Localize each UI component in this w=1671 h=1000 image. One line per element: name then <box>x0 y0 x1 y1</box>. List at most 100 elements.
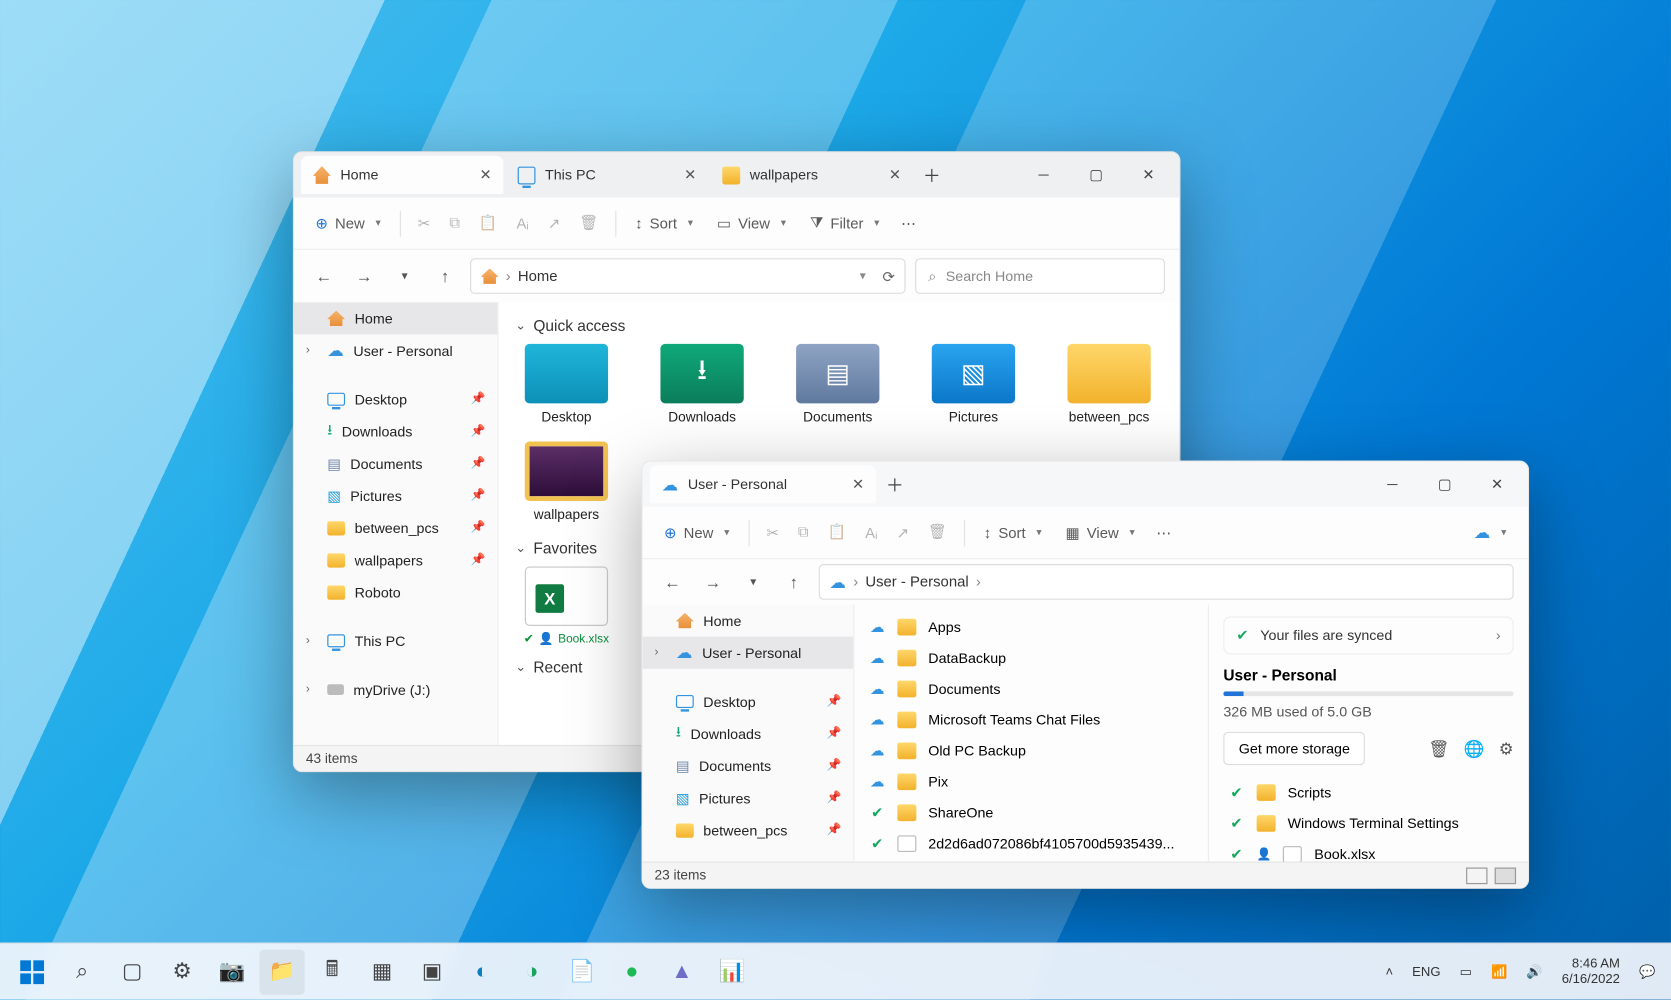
copy-button[interactable]: ⧉ <box>442 207 467 239</box>
file-row[interactable]: ☁DataBackup <box>864 643 1198 674</box>
sidebar-item-documents[interactable]: ▤Documents📌 <box>643 750 854 782</box>
rename-button[interactable]: Aᵢ <box>858 517 885 548</box>
maximize-button[interactable]: ▢ <box>1418 463 1470 506</box>
qa-item-desktop[interactable]: Desktop <box>515 344 617 425</box>
wifi-icon[interactable]: 📶 <box>1491 964 1507 979</box>
chevron-right-icon[interactable]: › <box>655 646 659 659</box>
add-tab-button[interactable]: ＋ <box>878 468 911 501</box>
add-tab-button[interactable]: ＋ <box>915 158 948 191</box>
recycle-bin-icon[interactable]: 🗑 <box>1428 738 1449 758</box>
file-row[interactable]: ☁Old PC Backup <box>864 735 1198 766</box>
terminal-app-icon[interactable]: ▣ <box>409 949 454 994</box>
fav-item-book[interactable]: ✔👤Book.xlsx <box>515 566 617 646</box>
start-button[interactable] <box>10 949 55 994</box>
sidebar-item-this-pc[interactable]: ›This PC <box>294 625 497 657</box>
sidebar-item-desktop[interactable]: Desktop📌 <box>294 383 497 415</box>
sidebar-item-between-pcs[interactable]: between_pcs📌 <box>643 814 854 846</box>
cast-icon[interactable]: ▭ <box>1460 964 1472 979</box>
file-row[interactable]: ✔Windows Terminal Settings <box>1223 808 1513 839</box>
sort-button[interactable]: ↕ Sort▾ <box>974 519 1051 545</box>
app-icon[interactable]: 📊 <box>709 949 754 994</box>
settings-icon[interactable]: ⚙ <box>1499 738 1514 758</box>
tab-close-icon[interactable]: ✕ <box>889 167 901 184</box>
search-button[interactable]: ⌕ <box>60 949 105 994</box>
refresh-button[interactable]: ⟳ <box>882 267 894 285</box>
address-bar[interactable]: › Home ▾ ⟳ <box>470 258 906 294</box>
share-button[interactable]: ↗ <box>889 516 916 548</box>
clock[interactable]: 8:46 AM 6/16/2022 <box>1562 957 1620 987</box>
forward-button[interactable]: → <box>697 566 728 597</box>
new-button[interactable]: ⊕New▾ <box>306 209 391 236</box>
qa-item-downloads[interactable]: ⭳Downloads <box>651 344 753 425</box>
task-view-button[interactable]: ▢ <box>109 949 154 994</box>
sidebar-item-pictures[interactable]: ▧Pictures📌 <box>643 782 854 814</box>
breadcrumb-item[interactable]: User - Personal <box>865 574 968 591</box>
up-button[interactable]: ↑ <box>430 261 461 292</box>
view-button[interactable]: ▭ View▾ <box>707 209 795 236</box>
widgets-icon[interactable]: ▦ <box>359 949 404 994</box>
tab-home[interactable]: Home ✕ <box>301 156 503 194</box>
cut-button[interactable]: ✂ <box>759 516 786 548</box>
more-button[interactable]: ⋯ <box>894 207 923 239</box>
sidebar-item-wallpapers[interactable]: wallpapers📌 <box>294 544 497 576</box>
sync-status-row[interactable]: ✔ Your files are synced › <box>1223 616 1513 654</box>
chevron-right-icon[interactable]: › <box>306 344 310 357</box>
maximize-button[interactable]: ▢ <box>1070 154 1122 197</box>
qa-item-between-pcs[interactable]: between_pcs <box>1058 344 1160 425</box>
onedrive-status-button[interactable]: ☁▾ <box>1464 518 1516 548</box>
spotify-app-icon[interactable]: ● <box>609 949 654 994</box>
paste-button[interactable]: 📋 <box>472 207 505 239</box>
sidebar-item-documents[interactable]: ▤Documents📌 <box>294 447 497 479</box>
tray-overflow-button[interactable]: ˄ <box>1385 964 1393 978</box>
forward-button[interactable]: → <box>349 261 380 292</box>
tab-wallpapers[interactable]: wallpapers ✕ <box>710 156 912 194</box>
language-indicator[interactable]: ENG <box>1412 964 1440 978</box>
file-row[interactable]: ☁Pix <box>864 766 1198 797</box>
address-bar[interactable]: ☁› User - Personal› <box>819 564 1514 600</box>
up-button[interactable]: ↑ <box>778 566 809 597</box>
cut-button[interactable]: ✂ <box>411 207 438 239</box>
tab-user-personal[interactable]: ☁ User - Personal ✕ <box>650 465 876 503</box>
camera-app-icon[interactable]: 📷 <box>209 949 254 994</box>
more-button[interactable]: ⋯ <box>1149 516 1178 548</box>
file-row[interactable]: ✔Scripts <box>1223 777 1513 808</box>
copy-button[interactable]: ⧉ <box>791 516 816 548</box>
calculator-app-icon[interactable]: 🖩 <box>309 949 354 994</box>
tab-close-icon[interactable]: ✕ <box>684 167 696 184</box>
notepad-app-icon[interactable]: 📄 <box>559 949 604 994</box>
file-row[interactable]: ✔ShareOne <box>864 797 1198 828</box>
notifications-icon[interactable]: 💬 <box>1639 964 1655 979</box>
web-icon[interactable]: 🌐 <box>1464 738 1485 758</box>
minimize-button[interactable]: ─ <box>1366 463 1418 506</box>
paste-button[interactable]: 📋 <box>820 516 853 548</box>
sidebar-item-pictures[interactable]: ▧Pictures📌 <box>294 480 497 512</box>
explorer-app-icon[interactable]: 📁 <box>259 949 304 994</box>
file-row[interactable]: ☁Microsoft Teams Chat Files <box>864 704 1198 735</box>
sort-button[interactable]: ↕ Sort▾ <box>626 210 703 236</box>
settings-app-icon[interactable]: ⚙ <box>159 949 204 994</box>
recent-locations-button[interactable]: ▾ <box>389 261 420 292</box>
delete-button[interactable]: 🗑 <box>572 207 605 239</box>
sidebar-item-user-personal[interactable]: ›☁User - Personal <box>643 637 854 669</box>
volume-icon[interactable]: 🔊 <box>1526 964 1542 979</box>
edge-app-icon[interactable]: ◐ <box>459 949 504 994</box>
back-button[interactable]: ← <box>657 566 688 597</box>
icons-view-button[interactable] <box>1495 867 1516 884</box>
sidebar-item-drive[interactable]: ›myDrive (J:) <box>294 674 497 706</box>
tab-this-pc[interactable]: This PC ✕ <box>506 156 708 194</box>
section-quick-access[interactable]: ⌄Quick access <box>515 317 1162 335</box>
rename-button[interactable]: Aᵢ <box>509 208 536 239</box>
sidebar-item-home[interactable]: Home <box>643 605 854 637</box>
sidebar-item-downloads[interactable]: ⭳Downloads📌 <box>643 718 854 750</box>
tab-close-icon[interactable]: ✕ <box>479 167 491 184</box>
chevron-right-icon[interactable]: › <box>306 683 310 696</box>
sidebar-item-downloads[interactable]: ⭳Downloads📌 <box>294 415 497 447</box>
qa-item-documents[interactable]: ▤Documents <box>787 344 889 425</box>
close-button[interactable]: ✕ <box>1122 154 1174 197</box>
breadcrumb-item[interactable]: Home <box>518 268 558 285</box>
address-dropdown-icon[interactable]: ▾ <box>860 270 866 283</box>
recent-locations-button[interactable]: ▾ <box>738 566 769 597</box>
sidebar-item-user-personal[interactable]: ›☁User - Personal <box>294 334 497 366</box>
qa-item-wallpapers[interactable]: wallpapers <box>515 441 617 522</box>
filter-button[interactable]: ⧩ Filter▾ <box>800 209 889 236</box>
